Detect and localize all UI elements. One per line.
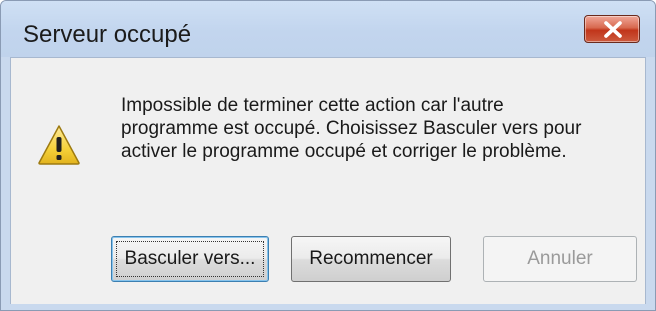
cancel-label: Annuler xyxy=(527,248,593,269)
window-title: Serveur occupé xyxy=(23,21,192,48)
title-bar[interactable]: Serveur occupé xyxy=(1,1,655,57)
retry-label: Recommencer xyxy=(309,248,433,269)
switch-to-button[interactable]: Basculer vers... xyxy=(111,236,269,282)
focus-rectangle xyxy=(116,241,264,277)
close-icon xyxy=(604,21,622,38)
warning-icon xyxy=(38,125,80,165)
cancel-button[interactable]: Annuler xyxy=(483,236,637,282)
dialog-content: Impossible de terminer cette action car … xyxy=(10,57,646,304)
dialog-message: Impossible de terminer cette action car … xyxy=(121,95,582,162)
close-button[interactable] xyxy=(584,15,640,43)
retry-button[interactable]: Recommencer xyxy=(291,236,451,282)
server-busy-dialog: Serveur occupé Impossible de terminer ce… xyxy=(0,0,656,311)
